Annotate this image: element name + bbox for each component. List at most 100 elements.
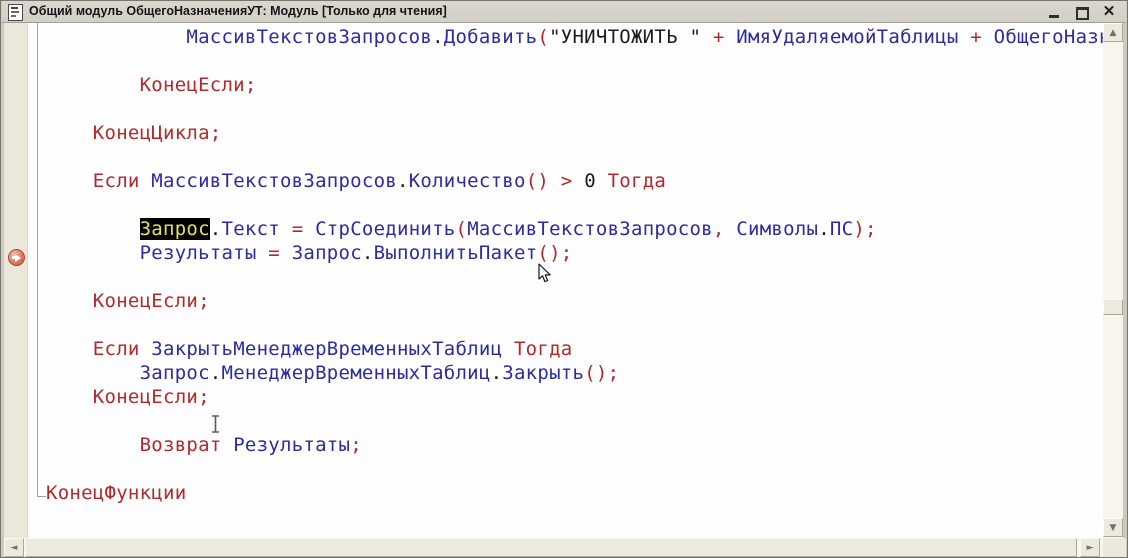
- code-line: Если МассивТекстовЗапросов.Количество() …: [46, 169, 1103, 193]
- code-line: КонецЦикла;: [46, 121, 1103, 145]
- code-segment: "УНИЧТОЖИТЬ ": [549, 26, 701, 48]
- vertical-scroll-thumb[interactable]: [1103, 299, 1123, 315]
- code-segment: [222, 434, 234, 456]
- code-segment: [982, 26, 994, 48]
- function-fold-line: [37, 23, 38, 497]
- code-segment: Тогда: [608, 170, 667, 192]
- module-document-icon: [8, 4, 23, 21]
- code-segment: [46, 122, 93, 144]
- code-segment: [46, 242, 140, 264]
- code-segment: СтрСоединить: [315, 218, 455, 240]
- code-line: КонецЕсли;: [46, 289, 1103, 313]
- code-segment: [502, 338, 514, 360]
- code-area[interactable]: МассивТекстовЗапросов.Добавить("УНИЧТОЖИ…: [46, 25, 1103, 505]
- minimize-button[interactable]: [1046, 3, 1064, 21]
- horizontal-scrollbar[interactable]: ◄ ►: [4, 538, 1103, 557]
- window-controls: ✕: [1046, 1, 1118, 22]
- execution-pointer-icon[interactable]: [8, 249, 25, 266]
- code-segment: [46, 434, 140, 456]
- code-segment: ;: [198, 290, 210, 312]
- code-segment: ;: [245, 74, 257, 96]
- scroll-up-button[interactable]: ▲: [1103, 23, 1123, 42]
- code-line: Возврат Результаты;: [46, 433, 1103, 457]
- code-segment: МассивТекстовЗапросов: [467, 218, 713, 240]
- code-segment: КонецЕсли: [140, 74, 245, 96]
- code-segment: МенеджерВременныхТаблиц: [222, 362, 491, 384]
- code-segment: Количество: [409, 170, 526, 192]
- code-segment: [46, 386, 93, 408]
- scroll-down-button[interactable]: ▼: [1103, 518, 1123, 537]
- code-line: [46, 457, 1103, 481]
- function-fold-end-tick: [37, 496, 46, 497]
- code-segment: >: [561, 170, 573, 192]
- code-segment: [46, 170, 93, 192]
- vertical-scrollbar[interactable]: ▲ ▼: [1103, 23, 1123, 538]
- code-segment: ПС: [830, 218, 853, 240]
- code-segment: [573, 170, 585, 192]
- code-segment: КонецЦикла: [93, 122, 210, 144]
- code-segment: Результаты: [233, 434, 350, 456]
- code-segment: [140, 338, 152, 360]
- code-line: Запрос.Текст = СтрСоединить(МассивТексто…: [46, 217, 1103, 241]
- code-segment: 0: [584, 170, 596, 192]
- mouse-cursor-icon: [537, 263, 553, 290]
- maximize-button[interactable]: [1073, 3, 1091, 21]
- scroll-right-button[interactable]: ►: [1080, 538, 1100, 557]
- code-segment: [140, 170, 152, 192]
- code-segment: Результаты: [140, 242, 257, 264]
- text-caret-icon: [209, 414, 222, 439]
- code-segment: +: [970, 26, 982, 48]
- code-line: Результаты = Запрос.ВыполнитьПакет();: [46, 241, 1103, 265]
- code-segment: ,: [713, 218, 725, 240]
- code-segment: [257, 242, 269, 264]
- code-segment: ;: [350, 434, 362, 456]
- code-segment: =: [292, 218, 304, 240]
- code-segment: [701, 26, 713, 48]
- code-segment: ;: [210, 122, 222, 144]
- code-line: Запрос.МенеджерВременныхТаблиц.Закрыть()…: [46, 361, 1103, 385]
- code-line: [46, 313, 1103, 337]
- code-segment: Запрос: [140, 362, 210, 384]
- titlebar[interactable]: Общий модуль ОбщегоНазначенияУТ: Модуль …: [2, 1, 1126, 23]
- code-segment: .: [818, 218, 830, 240]
- arrow-head: [15, 254, 21, 262]
- code-segment: Тогда: [514, 338, 573, 360]
- close-button[interactable]: ✕: [1100, 3, 1118, 21]
- code-segment: .: [397, 170, 409, 192]
- code-line: [46, 409, 1103, 433]
- code-segment: .: [362, 242, 374, 264]
- code-segment: ;: [198, 386, 210, 408]
- scroll-left-icon: ◄: [11, 543, 18, 553]
- code-segment: +: [713, 26, 725, 48]
- close-icon: ✕: [1100, 3, 1118, 21]
- code-segment: Если: [93, 338, 140, 360]
- code-segment: .: [491, 362, 503, 384]
- code-segment: [46, 218, 140, 240]
- code-segment: [280, 218, 292, 240]
- scroll-right-icon: ►: [1087, 543, 1094, 553]
- code-segment: МассивТекстовЗапросов: [151, 170, 397, 192]
- horizontal-scroll-thumb[interactable]: [25, 538, 1077, 557]
- scroll-left-button[interactable]: ◄: [4, 538, 24, 557]
- code-segment: ();: [537, 242, 572, 264]
- code-segment: Запрос: [292, 242, 362, 264]
- code-editor[interactable]: МассивТекстовЗапросов.Добавить("УНИЧТОЖИ…: [4, 23, 1103, 538]
- code-segment: Добавить: [444, 26, 538, 48]
- code-line: [46, 265, 1103, 289]
- code-segment: );: [853, 218, 876, 240]
- code-segment: [725, 26, 737, 48]
- code-segment: ЗакрытьМенеджерВременныхТаблиц: [151, 338, 502, 360]
- code-line: [46, 49, 1103, 73]
- code-segment: [280, 242, 292, 264]
- code-segment: .: [210, 218, 222, 240]
- code-segment: КонецЕсли: [93, 386, 198, 408]
- breakpoint-margin[interactable]: [4, 23, 28, 538]
- code-segment: [46, 74, 140, 96]
- code-line: Если ЗакрытьМенеджерВременныхТаблиц Тогд…: [46, 337, 1103, 361]
- code-line: КонецЕсли;: [46, 73, 1103, 97]
- code-segment: Текст: [222, 218, 281, 240]
- code-segment: [46, 290, 93, 312]
- code-segment: [46, 26, 186, 48]
- code-line: [46, 97, 1103, 121]
- code-line: [46, 145, 1103, 169]
